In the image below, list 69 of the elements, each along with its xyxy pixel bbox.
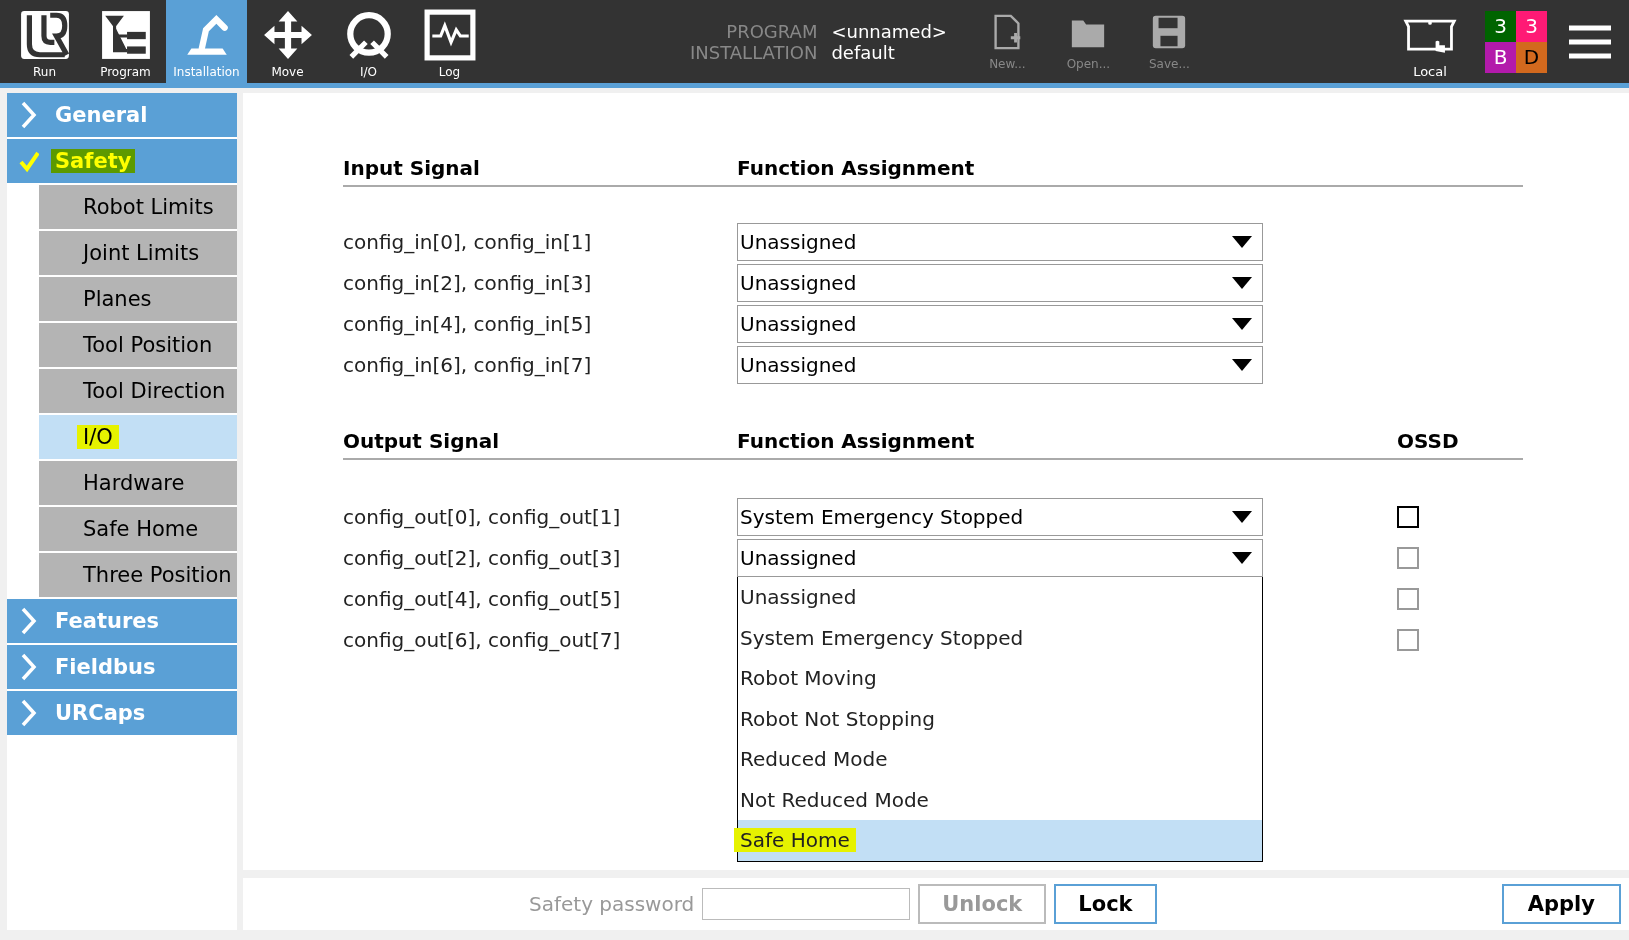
- apply-button[interactable]: Apply: [1501, 884, 1621, 924]
- dropdown-option[interactable]: System Emergency Stopped: [738, 617, 1262, 658]
- file-action-button[interactable]: Save...: [1128, 0, 1210, 83]
- caret-icon: [1232, 511, 1252, 523]
- sidebar-subitem[interactable]: Three Position: [39, 553, 237, 597]
- status-badge: B: [1485, 41, 1516, 73]
- menu-icon[interactable]: [1567, 23, 1613, 60]
- dropdown-option[interactable]: Unassigned: [738, 577, 1262, 618]
- nav-tab[interactable]: I/O: [328, 0, 409, 83]
- ossd-checkbox[interactable]: [1397, 506, 1419, 528]
- dropdown-option[interactable]: Not Reduced Mode: [738, 779, 1262, 820]
- info-value: <unnamed>: [831, 20, 947, 42]
- caret-icon: [1232, 359, 1252, 371]
- caret-icon: [1232, 318, 1252, 330]
- info-label: PROGRAM: [725, 20, 818, 42]
- password-field[interactable]: [702, 888, 911, 920]
- signal-label: config_in[0], config_in[1]: [343, 230, 593, 254]
- mode-button[interactable]: Local: [1385, 0, 1475, 83]
- caret-icon: [1232, 236, 1252, 248]
- status-badge: D: [1516, 41, 1547, 73]
- graph-icon: [423, 9, 476, 61]
- sidebar-subitem[interactable]: I/O: [39, 415, 237, 459]
- column-header: Function Assignment: [737, 429, 976, 453]
- file-action-button[interactable]: Open...: [1047, 0, 1129, 83]
- file-action-button[interactable]: New...: [966, 0, 1048, 83]
- nav-tab[interactable]: Program: [85, 0, 166, 83]
- assignment-dropdown[interactable]: Unassigned: [737, 346, 1263, 384]
- nav-tab[interactable]: Log: [409, 0, 490, 83]
- chevron-icon: [19, 652, 39, 682]
- nav-tab[interactable]: Move: [247, 0, 328, 83]
- status-badge: 3: [1485, 10, 1516, 42]
- column-header: Function Assignment: [737, 156, 976, 180]
- signal-label: config_out[2], config_out[3]: [343, 546, 622, 570]
- sidebar-subitem[interactable]: Tool Direction: [39, 369, 237, 413]
- caret-icon: [1232, 552, 1252, 564]
- dropdown-option[interactable]: Robot Not Stopping: [738, 698, 1262, 739]
- chevron-icon: [19, 100, 39, 130]
- program-tree-icon: [99, 9, 152, 61]
- dropdown-option[interactable]: Robot Moving: [738, 658, 1262, 699]
- signal-label: config_out[4], config_out[5]: [343, 587, 622, 611]
- signal-label: config_in[4], config_in[5]: [343, 312, 593, 336]
- sidebar-subitem[interactable]: Robot Limits: [39, 185, 237, 229]
- nav-tab[interactable]: Run: [4, 0, 85, 83]
- footer-button[interactable]: Lock: [1054, 884, 1157, 924]
- column-header: OSSD: [1397, 429, 1459, 453]
- signal-label: config_in[6], config_in[7]: [343, 353, 593, 377]
- dropdown-option[interactable]: Reduced Mode: [738, 739, 1262, 780]
- assignment-dropdown[interactable]: System Emergency Stopped: [737, 498, 1263, 536]
- logo-icon: [18, 9, 71, 61]
- info-value: default: [831, 41, 896, 63]
- assignment-dropdown[interactable]: Unassigned: [737, 264, 1263, 302]
- status-badge: 3: [1516, 10, 1547, 42]
- info-label: INSTALLATION: [690, 41, 818, 63]
- chevron-icon: [19, 606, 39, 636]
- column-header: Input Signal: [343, 156, 481, 180]
- sidebar-subitem[interactable]: Tool Position: [39, 323, 237, 367]
- assignment-dropdown[interactable]: Unassigned: [737, 305, 1263, 343]
- sidebar-subitem[interactable]: Joint Limits: [39, 231, 237, 275]
- signal-label: config_out[0], config_out[1]: [343, 505, 622, 529]
- signal-label: config_out[6], config_out[7]: [343, 628, 622, 652]
- column-header: Output Signal: [343, 429, 501, 453]
- password-label: Safety password: [529, 892, 695, 916]
- sidebar-subitem[interactable]: Safe Home: [39, 507, 237, 551]
- sidebar-subitem[interactable]: Hardware: [39, 461, 237, 505]
- sidebar-subitem[interactable]: Planes: [39, 277, 237, 321]
- signal-label: config_in[2], config_in[3]: [343, 271, 593, 295]
- assignment-dropdown[interactable]: Unassigned: [737, 223, 1263, 261]
- caret-icon: [1232, 277, 1252, 289]
- chevron-icon: [19, 698, 39, 728]
